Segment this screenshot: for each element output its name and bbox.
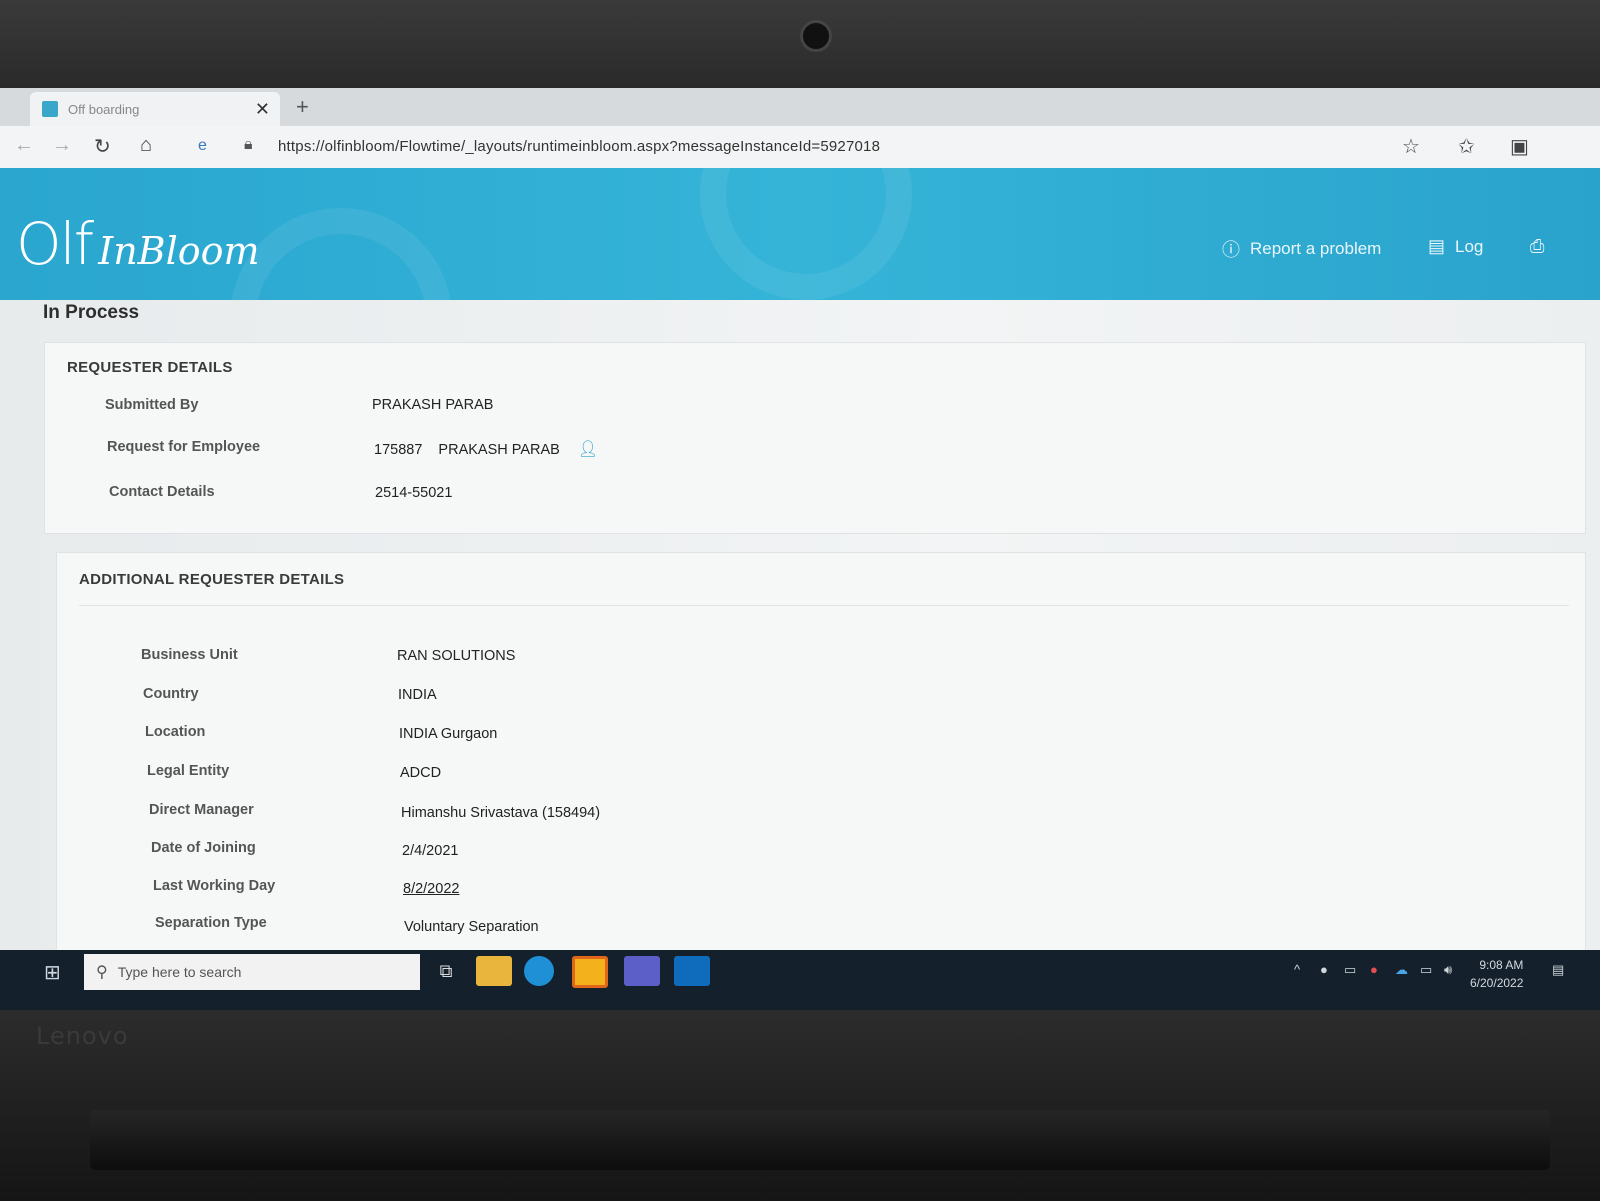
field-label: Direct Manager xyxy=(149,802,254,818)
onedrive-icon[interactable]: ☁ xyxy=(1395,962,1408,978)
edge-browser-icon[interactable] xyxy=(524,956,554,986)
field-label: Legal Entity xyxy=(147,763,230,779)
contact-details-value: 2514-55021 xyxy=(375,485,453,501)
windows-start-icon[interactable]: ⊞ xyxy=(44,960,61,985)
print-link[interactable]: ⎙ xyxy=(1530,236,1554,257)
field-label: Contact Details xyxy=(109,484,215,500)
tab-title: Off boarding xyxy=(68,101,140,117)
clock-date: 6/20/2022 xyxy=(1470,976,1524,990)
field-label: Business Unit xyxy=(141,647,238,663)
alert-circle-icon: ⓘ xyxy=(1222,240,1240,260)
log-link[interactable]: ▤ Log xyxy=(1428,236,1483,257)
add-favorite-icon[interactable]: ☆ xyxy=(1402,134,1420,159)
legal-entity-value: ADCD xyxy=(400,765,442,781)
separation-type-value: Voluntary Separation xyxy=(404,919,539,935)
address-bar: ← → ↻ ⌂ e 🔒︎ https://olfinbloom/Flowtime… xyxy=(0,126,1600,169)
laptop-bezel-top xyxy=(0,0,1600,88)
employee-id: 175887 xyxy=(374,442,423,458)
employee-name: PRAKASH PARAB xyxy=(438,442,560,458)
location-value: INDIA Gurgaon xyxy=(399,726,498,742)
ie-mode-icon[interactable]: e xyxy=(198,137,207,155)
taskbar-clock[interactable]: 9:08 AM 6/20/2022 xyxy=(1470,956,1523,992)
windows-taskbar: ⊞ ⚲ Type here to search ⧉ ^ ● ▭ ● ☁ ▭ 🔊︎… xyxy=(0,950,1600,1010)
requester-details-panel: REQUESTER DETAILS Submitted By PRAKASH P… xyxy=(44,342,1586,534)
app-header: Olf InBloom ⓘ Report a problem ▤ Log ⎙ xyxy=(0,168,1600,300)
field-label: Submitted By xyxy=(105,397,199,413)
laptop-hinge xyxy=(90,1110,1550,1170)
url-field[interactable]: https://olfinbloom/Flowtime/_layouts/run… xyxy=(278,138,880,155)
section-heading: ADDITIONAL REQUESTER DETAILS xyxy=(79,571,345,588)
divider xyxy=(79,605,1569,606)
main-content: In Process REQUESTER DETAILS Submitted B… xyxy=(0,300,1600,964)
search-placeholder: Type here to search xyxy=(117,964,242,980)
request-for-employee-value: 175887 PRAKASH PARAB 👤︎ xyxy=(374,439,598,459)
close-tab-icon[interactable]: ✕ xyxy=(255,99,270,120)
app-logo[interactable]: Olf InBloom xyxy=(16,210,260,278)
webcam xyxy=(800,20,832,52)
new-tab-icon[interactable]: + xyxy=(296,94,309,120)
notifications-icon[interactable]: ▤ xyxy=(1552,962,1564,978)
print-icon: ⎙ xyxy=(1530,236,1545,256)
submitted-by-value: PRAKASH PARAB xyxy=(372,397,494,413)
header-decoration xyxy=(230,208,452,300)
volume-icon[interactable]: 🔊︎ xyxy=(1444,962,1452,978)
refresh-icon[interactable]: ↻ xyxy=(94,134,111,159)
device-brand: Lenovo xyxy=(36,1022,129,1050)
field-label: Date of Joining xyxy=(151,840,256,856)
favorites-icon[interactable]: ✩ xyxy=(1458,134,1475,159)
battery-icon[interactable]: ▭ xyxy=(1344,962,1356,978)
browser-tab[interactable]: Off boarding ✕ xyxy=(30,92,280,126)
section-heading: REQUESTER DETAILS xyxy=(67,359,233,376)
logo-script: InBloom xyxy=(98,229,260,273)
additional-requester-details-panel: ADDITIONAL REQUESTER DETAILS Business Un… xyxy=(56,552,1586,964)
log-label: Log xyxy=(1455,236,1484,256)
file-explorer-icon[interactable] xyxy=(476,956,512,986)
field-label: Country xyxy=(143,686,199,702)
country-value: INDIA xyxy=(398,687,437,703)
document-icon: ▤ xyxy=(1428,236,1446,256)
person-icon[interactable]: 👤︎ xyxy=(578,439,598,459)
clock-time: 9:08 AM xyxy=(1479,958,1524,972)
browser-tab-bar: Off boarding ✕ + xyxy=(0,88,1600,126)
report-problem-label: Report a problem xyxy=(1250,239,1382,258)
search-icon: ⚲ xyxy=(96,964,108,981)
field-label: Location xyxy=(145,724,206,740)
outlook-icon[interactable] xyxy=(674,956,710,986)
task-view-icon[interactable]: ⧉ xyxy=(428,956,464,986)
laptop-bezel-bottom: Lenovo xyxy=(0,1010,1600,1201)
report-problem-link[interactable]: ⓘ Report a problem xyxy=(1222,236,1381,262)
forward-icon[interactable]: → xyxy=(52,134,72,157)
last-working-day-value[interactable]: 8/2/2022 xyxy=(403,881,459,897)
taskbar-search[interactable]: ⚲ Type here to search xyxy=(84,954,420,990)
field-label: Separation Type xyxy=(155,915,267,931)
sticky-notes-icon[interactable] xyxy=(572,956,608,988)
date-of-joining-value: 2/4/2021 xyxy=(402,843,459,859)
direct-manager-value: Himanshu Srivastava (158494) xyxy=(401,805,601,821)
business-unit-value: RAN SOLUTIONS xyxy=(397,648,516,664)
network-icon[interactable]: ▭ xyxy=(1420,962,1432,978)
tray-security-icon[interactable]: ● xyxy=(1370,962,1378,977)
home-icon[interactable]: ⌂ xyxy=(140,134,152,157)
field-label: Last Working Day xyxy=(153,878,276,894)
logo-main: Olf xyxy=(16,210,94,278)
field-label: Request for Employee xyxy=(107,439,261,455)
collections-icon[interactable]: ▣ xyxy=(1510,134,1529,159)
tray-app-icon[interactable]: ● xyxy=(1320,962,1328,977)
back-icon[interactable]: ← xyxy=(14,134,34,157)
show-hidden-icons-icon[interactable]: ^ xyxy=(1294,962,1300,977)
header-decoration xyxy=(700,168,912,300)
page-title: In Process xyxy=(43,302,140,323)
lock-icon[interactable]: 🔒︎ xyxy=(244,136,253,154)
screen: Off boarding ✕ + ← → ↻ ⌂ e 🔒︎ https://ol… xyxy=(0,88,1600,1010)
tab-favicon-icon xyxy=(42,101,58,117)
teams-icon[interactable] xyxy=(624,956,660,986)
